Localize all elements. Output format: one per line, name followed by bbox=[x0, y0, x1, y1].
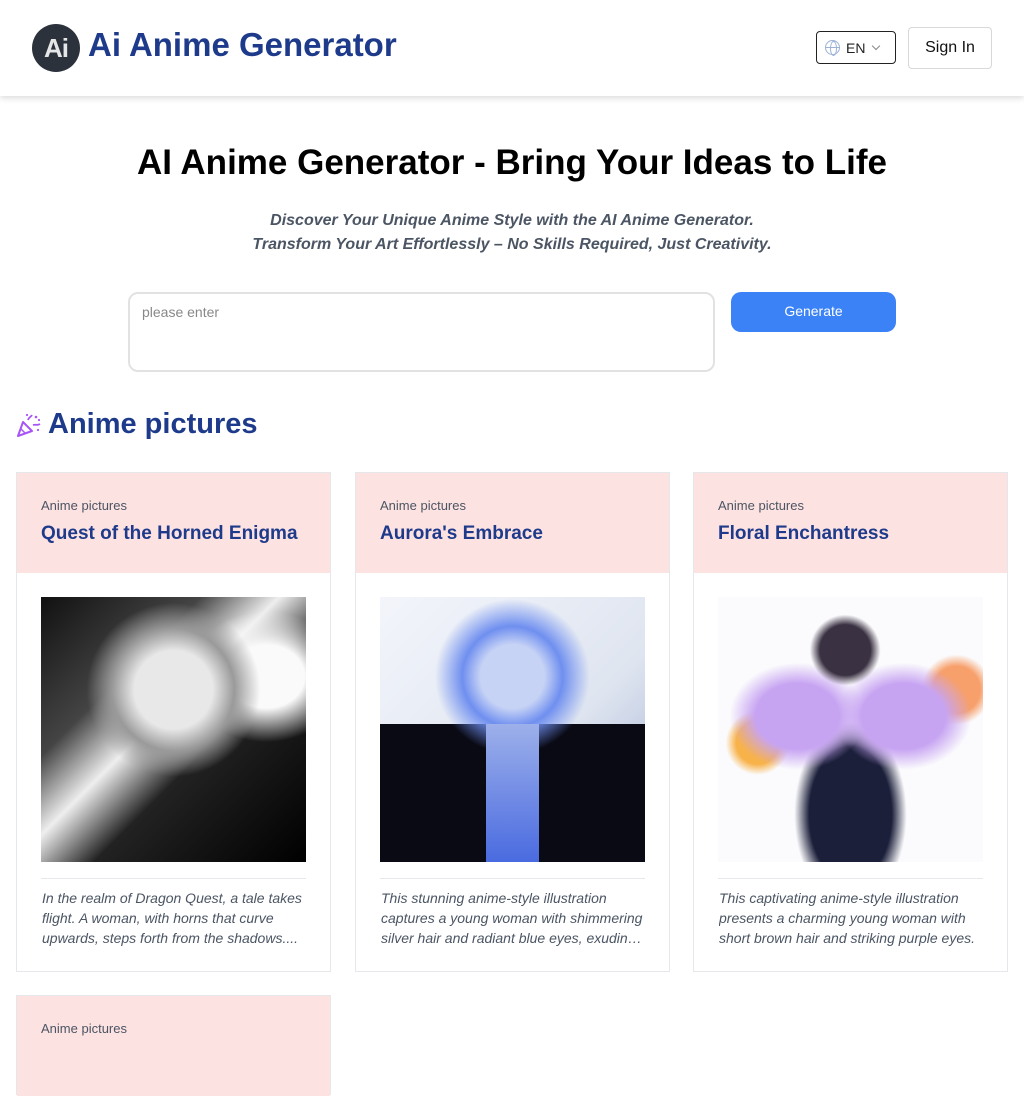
card-description: In the realm of Dragon Quest, a tale tak… bbox=[42, 890, 302, 946]
subtitle-line-1: Discover Your Unique Anime Style with th… bbox=[270, 212, 754, 229]
language-selector[interactable]: EN bbox=[816, 31, 896, 64]
brand-name[interactable]: Ai Anime Generator bbox=[88, 24, 397, 66]
logo-text: Ai bbox=[44, 32, 69, 63]
card-header: Anime pictures Floral Enchantress bbox=[694, 473, 1007, 573]
card-description: This captivating anime-style illustratio… bbox=[719, 890, 976, 946]
logo-icon[interactable]: Ai bbox=[32, 24, 80, 72]
party-popper-icon bbox=[17, 413, 41, 437]
card-description: This stunning anime-style illustration c… bbox=[381, 890, 643, 946]
card-image[interactable] bbox=[718, 597, 983, 862]
page-title: AI Anime Generator - Bring Your Ideas to… bbox=[136, 143, 888, 182]
subtitle-line-2: Transform Your Art Effortlessly – No Ski… bbox=[252, 236, 772, 253]
generate-button[interactable]: Generate bbox=[731, 292, 896, 332]
card-category: Anime pictures bbox=[718, 498, 804, 513]
section-title: Anime pictures bbox=[48, 408, 258, 440]
card-category: Anime pictures bbox=[41, 1021, 127, 1036]
card-header: Anime pictures Quest of the Horned Enigm… bbox=[17, 473, 330, 573]
card-title[interactable]: Quest of the Horned Enigma bbox=[41, 523, 306, 545]
prompt-input[interactable] bbox=[128, 292, 715, 372]
image-card[interactable]: Anime pictures Aurora's Embrace This stu… bbox=[355, 472, 670, 972]
image-card[interactable]: Anime pictures bbox=[16, 995, 331, 1096]
card-title[interactable]: Floral Enchantress bbox=[718, 523, 983, 545]
section-header: Anime pictures bbox=[16, 408, 258, 441]
card-title[interactable]: Aurora's Embrace bbox=[380, 523, 645, 545]
card-category: Anime pictures bbox=[380, 498, 466, 513]
card-image[interactable] bbox=[380, 597, 645, 862]
header: Ai Ai Anime Generator EN Sign In bbox=[0, 0, 1024, 96]
card-divider bbox=[41, 878, 306, 879]
card-image[interactable] bbox=[41, 597, 306, 862]
globe-icon bbox=[825, 40, 840, 56]
card-header: Anime pictures bbox=[17, 996, 330, 1096]
chevron-down-icon bbox=[872, 41, 881, 51]
page-subtitle: Discover Your Unique Anime Style with th… bbox=[0, 209, 1024, 257]
image-card[interactable]: Anime pictures Quest of the Horned Enigm… bbox=[16, 472, 331, 972]
language-label: EN bbox=[846, 39, 866, 56]
card-header: Anime pictures Aurora's Embrace bbox=[356, 473, 669, 573]
image-card[interactable]: Anime pictures Floral Enchantress This c… bbox=[693, 472, 1008, 972]
sign-in-button[interactable]: Sign In bbox=[908, 27, 992, 69]
card-divider bbox=[718, 878, 983, 879]
card-category: Anime pictures bbox=[41, 498, 127, 513]
card-divider bbox=[380, 878, 645, 879]
